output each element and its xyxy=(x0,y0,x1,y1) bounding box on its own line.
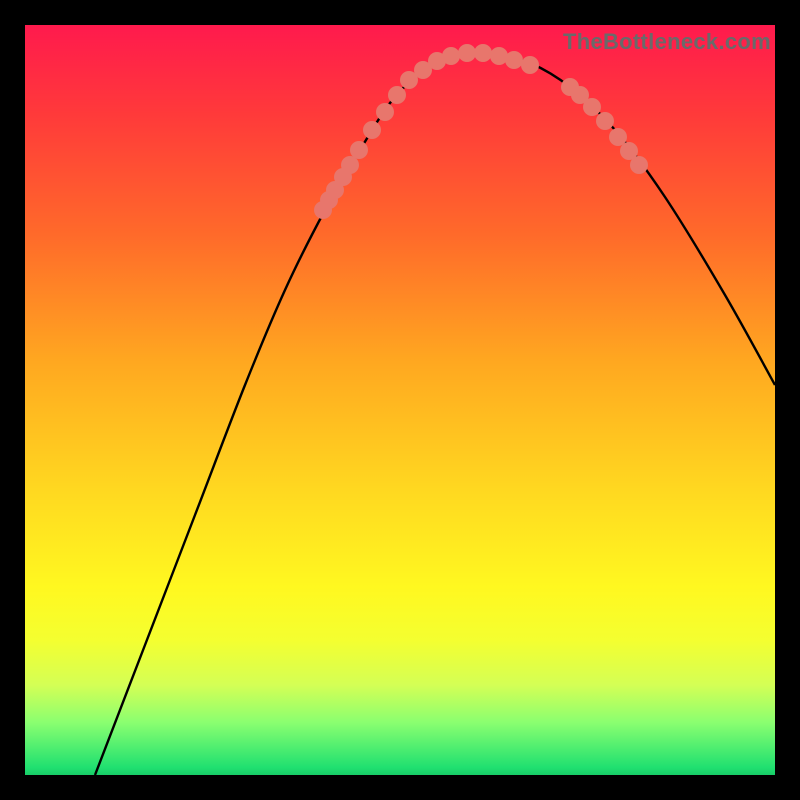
curve-marker-dot xyxy=(350,141,368,159)
curve-marker-dot xyxy=(596,112,614,130)
watermark-text: TheBottleneck.com xyxy=(563,29,771,55)
curve-marker-dot xyxy=(314,201,332,219)
curve-marker-dot xyxy=(442,47,460,65)
curve-marker-dot xyxy=(400,71,418,89)
curve-marker-dot xyxy=(414,61,432,79)
curve-marker-dot xyxy=(561,78,579,96)
bottleneck-chart-svg xyxy=(25,25,775,775)
curve-marker-dot xyxy=(388,86,406,104)
bottleneck-curve-path xyxy=(95,53,775,775)
curve-markers-group xyxy=(314,44,648,219)
curve-marker-dot xyxy=(334,168,352,186)
curve-marker-dot xyxy=(505,51,523,69)
curve-marker-dot xyxy=(521,56,539,74)
curve-marker-dot xyxy=(320,191,338,209)
curve-marker-dot xyxy=(620,142,638,160)
curve-marker-dot xyxy=(571,86,589,104)
curve-marker-dot xyxy=(490,47,508,65)
curve-marker-dot xyxy=(376,103,394,121)
curve-marker-dot xyxy=(583,98,601,116)
curve-marker-dot xyxy=(326,181,344,199)
curve-marker-dot xyxy=(363,121,381,139)
chart-plot-area: TheBottleneck.com xyxy=(25,25,775,775)
curve-marker-dot xyxy=(474,44,492,62)
curve-marker-dot xyxy=(341,156,359,174)
curve-marker-dot xyxy=(630,156,648,174)
curve-marker-dot xyxy=(458,44,476,62)
curve-marker-dot xyxy=(428,52,446,70)
curve-marker-dot xyxy=(609,128,627,146)
